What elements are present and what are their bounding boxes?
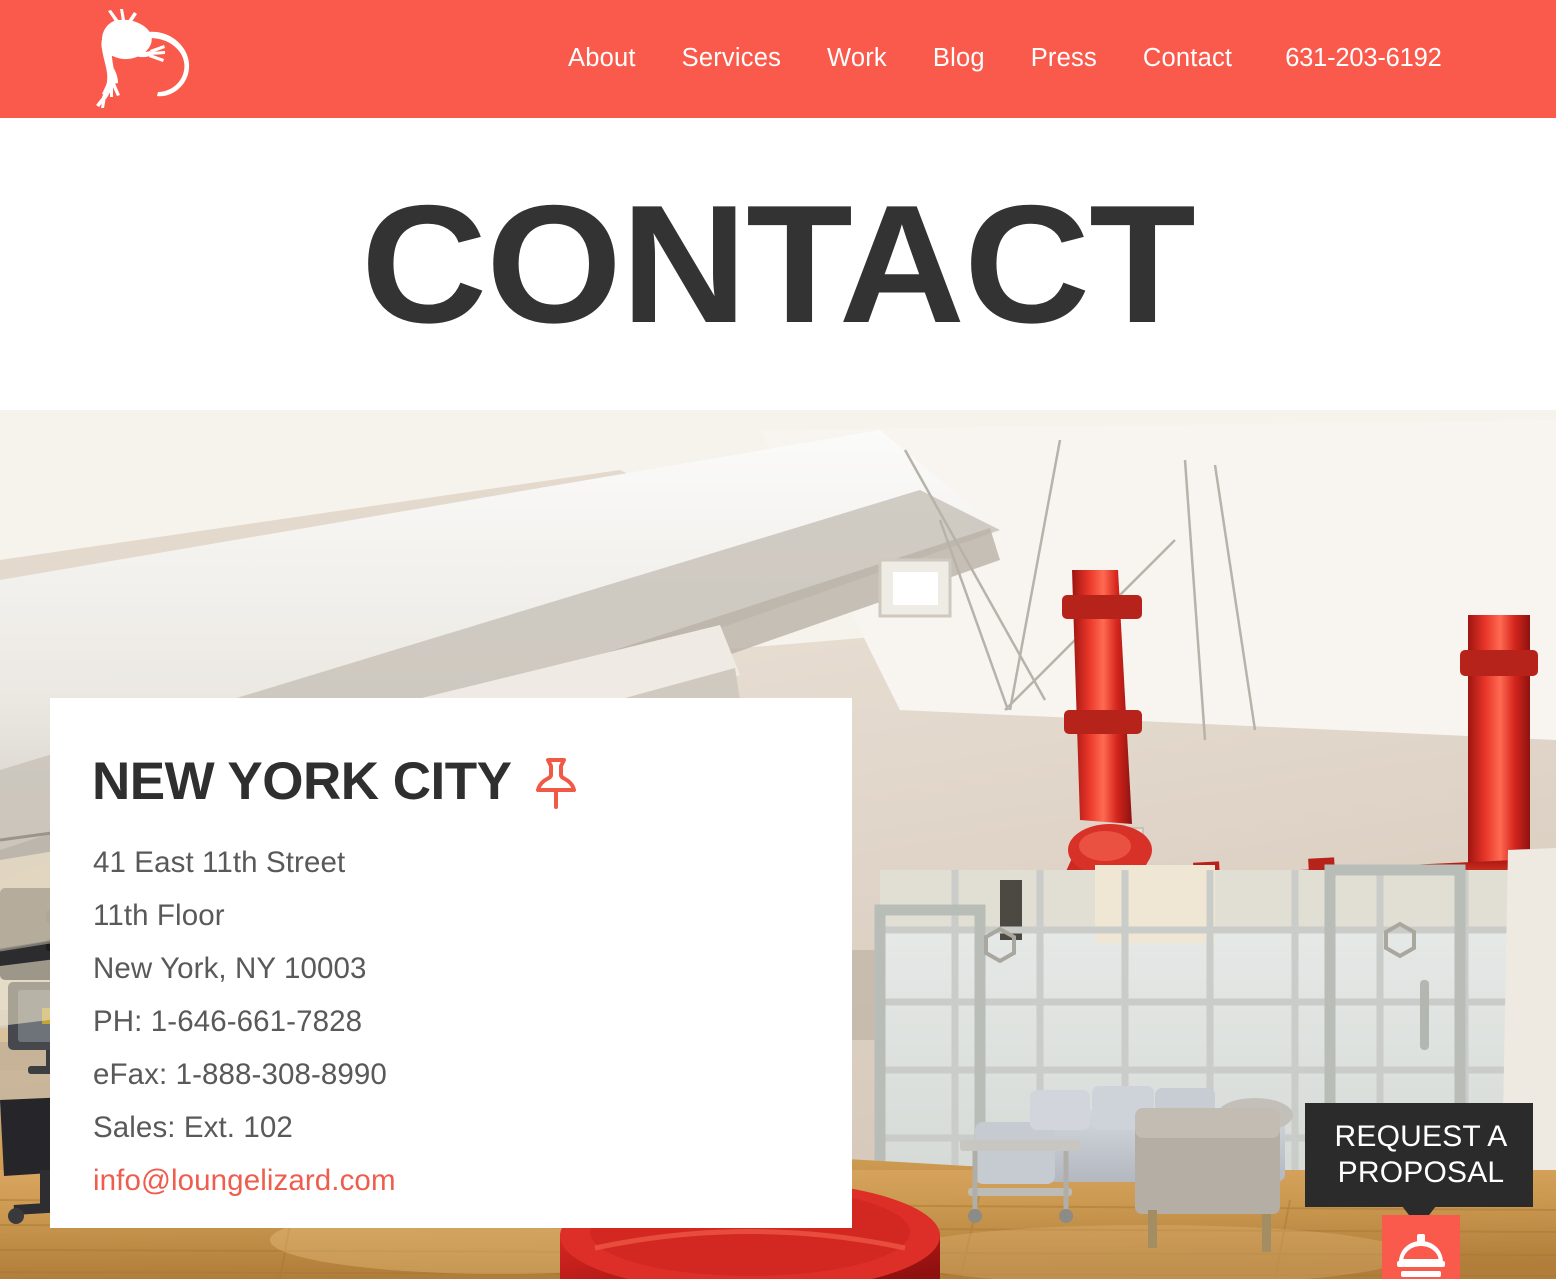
email-link-wrap[interactable]: info@loungelizard.com xyxy=(93,1154,852,1207)
nav-item-services[interactable]: Services xyxy=(659,46,804,72)
nav-item-work[interactable]: Work xyxy=(804,46,910,72)
site-header: About Services Work Blog Press Contact 6… xyxy=(0,0,1556,118)
contact-card-heading-row: NEW YORK CITY xyxy=(92,754,852,810)
nav-item-phone[interactable]: 631-203-6192 xyxy=(1255,46,1464,72)
page-title: CONTACT xyxy=(361,170,1196,358)
address-line-city-state-zip: New York, NY 10003 xyxy=(93,952,367,985)
nav-item-press[interactable]: Press xyxy=(1008,46,1120,72)
address-line-floor: 11th Floor xyxy=(93,899,225,932)
contact-page: About Services Work Blog Press Contact 6… xyxy=(0,0,1556,1279)
address-line-street: 41 East 11th Street xyxy=(93,846,346,879)
tooltip-line-1: REQUEST A xyxy=(1334,1120,1508,1153)
main-navigation[interactable]: About Services Work Blog Press Contact 6… xyxy=(545,0,1465,118)
phone-line: PH: 1-646-661-7828 xyxy=(93,1005,363,1038)
sales-ext-line: Sales: Ext. 102 xyxy=(93,1111,293,1144)
request-proposal-tooltip: REQUEST A PROPOSAL xyxy=(1305,1103,1533,1228)
nav-item-blog[interactable]: Blog xyxy=(910,46,1008,72)
request-proposal-button[interactable] xyxy=(1382,1215,1460,1279)
request-proposal-tooltip-box: REQUEST A PROPOSAL xyxy=(1305,1103,1533,1228)
tooltip-line-2: PROPOSAL xyxy=(1337,1156,1505,1189)
email-link[interactable]: info@loungelizard.com xyxy=(93,1164,396,1197)
contact-card-city: NEW YORK CITY xyxy=(92,752,512,812)
contact-details: 41 East 11th Street 11th Floor New York,… xyxy=(93,836,852,1207)
lizard-logo[interactable] xyxy=(75,6,203,112)
nav-item-about[interactable]: About xyxy=(545,46,659,72)
service-bell-icon xyxy=(1397,1234,1445,1277)
contact-card: NEW YORK CITY 41 East 11th Street 11th F… xyxy=(50,698,852,1228)
pushpin-icon xyxy=(534,756,578,810)
nav-item-contact[interactable]: Contact xyxy=(1120,46,1255,72)
efax-line: eFax: 1-888-308-8990 xyxy=(93,1058,387,1091)
page-title-band: CONTACT xyxy=(0,118,1556,410)
